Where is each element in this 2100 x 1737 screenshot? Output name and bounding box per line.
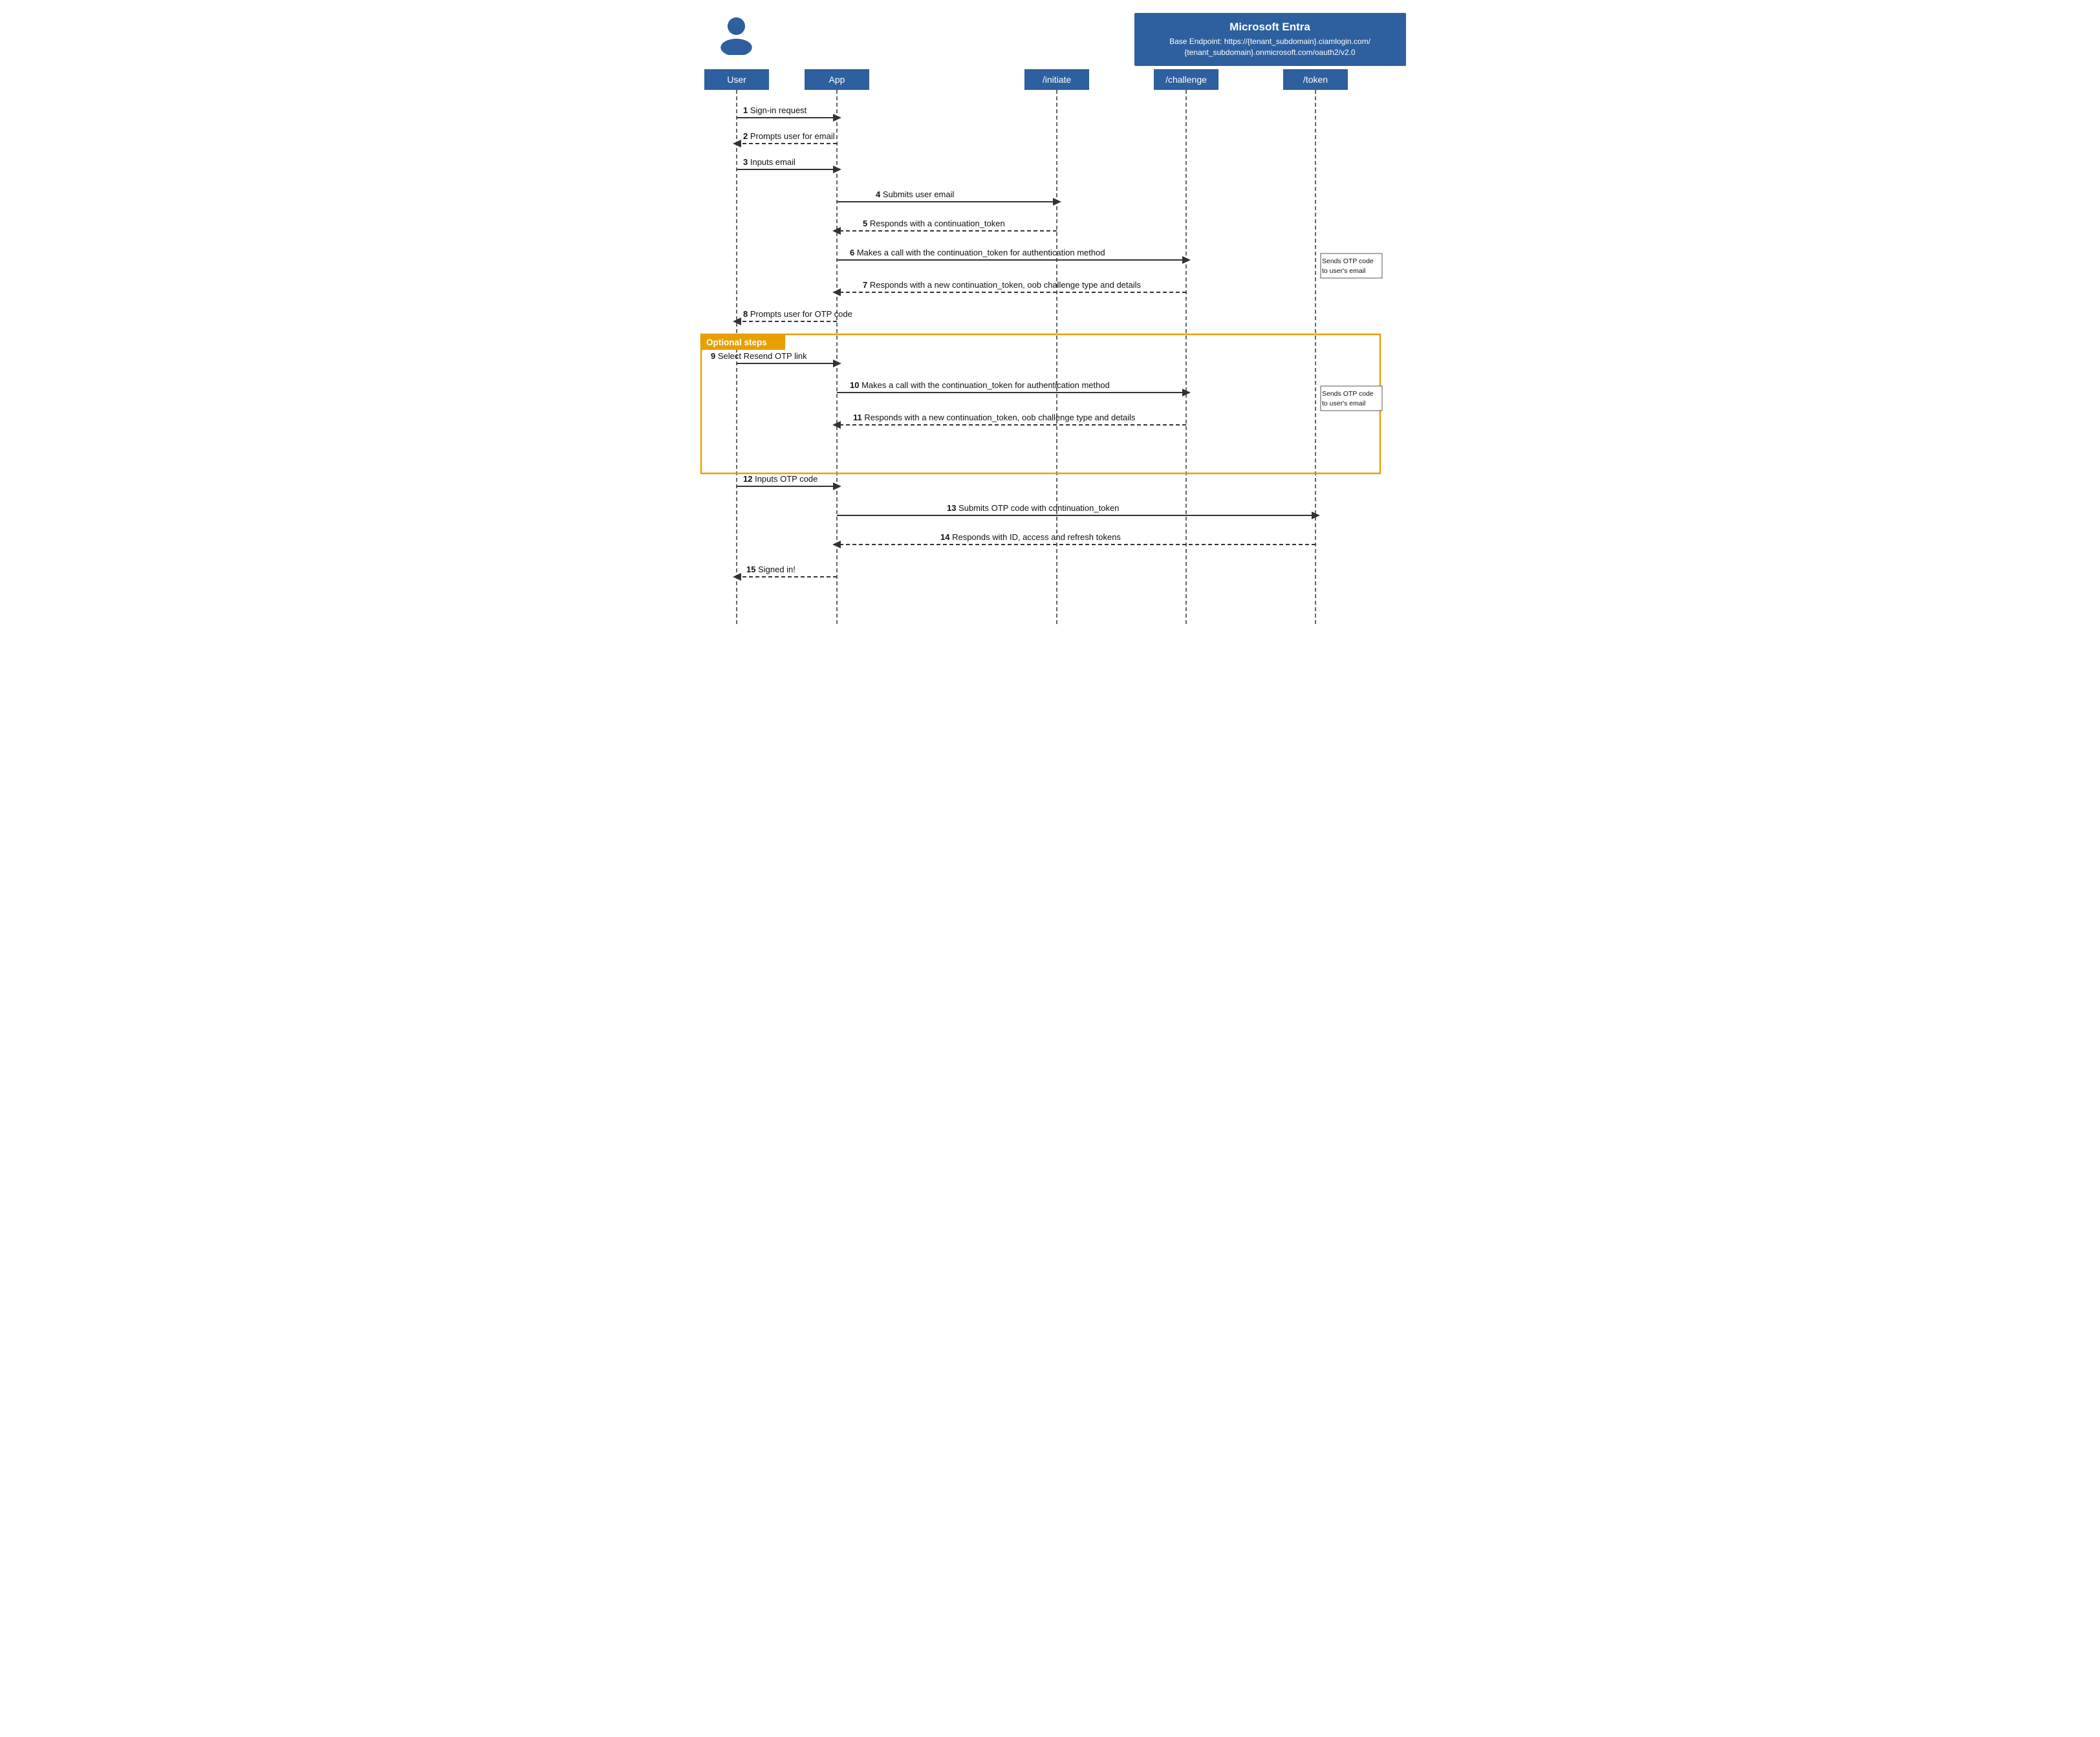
msg-label-14: 14 Responds with ID, access and refresh … xyxy=(940,532,1121,542)
arrowhead-7 xyxy=(832,288,841,296)
arrowhead-6 xyxy=(1182,256,1191,264)
entra-subtitle: Base Endpoint: https://{tenant_subdomain… xyxy=(1147,36,1393,58)
sequence-diagram-svg: User App /initiate /challenge /token xyxy=(695,66,1406,629)
msg-label-5: 5 Responds with a continuation_token xyxy=(863,219,1005,228)
msg-label-1: 1 Sign-in request xyxy=(743,105,807,115)
arrowhead-4 xyxy=(1053,198,1061,206)
lifeline-challenge-label: /challenge xyxy=(1165,74,1207,85)
arrowhead-14 xyxy=(832,541,841,548)
note-otp-1-text2: to user's email xyxy=(1322,267,1365,275)
header-area: Microsoft Entra Base Endpoint: https://{… xyxy=(695,13,1406,66)
arrowhead-2 xyxy=(733,140,741,147)
lifeline-initiate-label: /initiate xyxy=(1042,74,1071,85)
lifeline-user-label: User xyxy=(727,74,746,85)
msg-label-8: 8 Prompts user for OTP code xyxy=(743,309,852,319)
note-otp-2-text: Sends OTP code xyxy=(1322,390,1374,398)
arrowhead-15 xyxy=(733,573,741,581)
note-otp-1-text: Sends OTP code xyxy=(1322,257,1374,265)
note-otp-2-text2: to user's email xyxy=(1322,400,1365,407)
optional-label-text: Optional steps xyxy=(706,338,767,347)
arrowhead-12 xyxy=(833,482,841,490)
msg-label-9: 9 Select Resend OTP link xyxy=(711,351,807,361)
msg-label-6: 6 Makes a call with the continuation_tok… xyxy=(850,248,1105,257)
diagram-container: Microsoft Entra Base Endpoint: https://{… xyxy=(695,13,1406,629)
msg-label-10: 10 Makes a call with the continuation_to… xyxy=(850,380,1110,390)
entra-box: Microsoft Entra Base Endpoint: https://{… xyxy=(1134,13,1406,66)
user-icon xyxy=(719,16,754,55)
msg-label-15: 15 Signed in! xyxy=(746,565,796,574)
arrowhead-9 xyxy=(833,360,841,367)
user-icon-area xyxy=(695,13,779,55)
entra-title: Microsoft Entra xyxy=(1147,21,1393,34)
msg-label-4: 4 Submits user email xyxy=(876,189,954,199)
arrowhead-1 xyxy=(833,114,841,122)
arrowhead-3 xyxy=(833,166,841,173)
lifeline-token-label: /token xyxy=(1303,74,1327,85)
msg-label-12: 12 Inputs OTP code xyxy=(743,474,817,484)
msg-label-3: 3 Inputs email xyxy=(743,157,796,167)
msg-label-2: 2 Prompts user for email xyxy=(743,131,835,141)
msg-label-11: 11 Responds with a new continuation_toke… xyxy=(853,413,1136,422)
msg-label-7: 7 Responds with a new continuation_token… xyxy=(863,280,1142,290)
lifeline-app-label: App xyxy=(828,74,845,85)
msg-label-13: 13 Submits OTP code with continuation_to… xyxy=(947,503,1119,513)
